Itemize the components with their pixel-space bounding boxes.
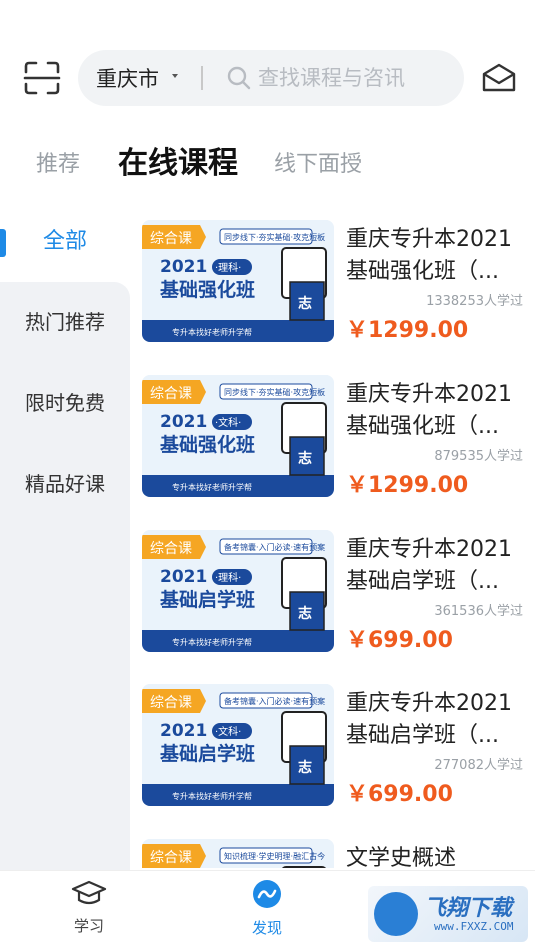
mascot-char: 志: [298, 295, 312, 312]
watermark-text: 飞翔下载: [424, 896, 513, 921]
slogan-text: 备考锦囊·入门必读·速有预案: [224, 542, 325, 552]
top-bar: 重庆市: [0, 50, 535, 106]
footer-text: 专升本找好老师升学帮: [172, 637, 252, 647]
course-price: ￥1299.00: [346, 318, 469, 343]
course-list: 综合课 同步线下·夯实基础·攻克短板 2021 ·理科· 基础强化班 志 专升本…: [142, 218, 535, 868]
nav-item-discover[interactable]: 发现: [222, 879, 312, 938]
slogan-text: 同步线下·夯实基础·攻克短板: [224, 387, 325, 397]
subject-text: ·理科·: [215, 261, 241, 274]
course-price: ￥1299.00: [346, 473, 469, 498]
learner-count: 277082人学过: [434, 758, 523, 773]
class-name-text: 基础强化班: [159, 433, 255, 456]
sidebar-item-label: 精品好课: [25, 472, 105, 496]
course-title-line2: 基础启学班（...: [346, 569, 499, 594]
search-bar[interactable]: 重庆市: [78, 50, 464, 106]
sidebar-item-label: 全部: [42, 229, 87, 254]
course-title-line2: 基础强化班（...: [346, 259, 499, 284]
sidebar-item-free[interactable]: 限时免费: [0, 363, 130, 443]
course-thumbnail: 综合课 备考锦囊·入门必读·速有预案 2021 ·理科· 基础启学班 志 专升本…: [142, 530, 334, 652]
year-text: 2021: [160, 567, 207, 587]
city-selector[interactable]: 重庆市: [96, 63, 159, 93]
course-card[interactable]: 综合课 备考锦囊·入门必读·速有预案 2021 ·文科· 基础启学班 志 专升本…: [142, 684, 535, 809]
tab-recommend[interactable]: 推荐: [36, 146, 80, 178]
tab-online-courses[interactable]: 在线课程: [118, 138, 238, 182]
course-card[interactable]: 综合课 备考锦囊·入门必读·速有预案 2021 ·理科· 基础启学班 志 专升本…: [142, 530, 535, 655]
learner-count: 879535人学过: [434, 449, 523, 464]
badge-text: 综合课: [150, 695, 192, 711]
subject-text: ·文科·: [215, 416, 241, 429]
course-card[interactable]: 综合课 知识梳理·学史明理·融汇古今 文学史概述: [142, 839, 535, 868]
mascot-char: 志: [298, 605, 312, 622]
subject-text: ·理科·: [215, 571, 241, 584]
slogan-text: 知识梳理·学史明理·融汇古今: [224, 851, 325, 861]
class-name-text: 基础启学班: [159, 588, 255, 611]
badge-text: 综合课: [150, 541, 192, 557]
learner-count: 361536人学过: [434, 604, 523, 619]
divider: [201, 66, 203, 90]
sidebar-item-premium[interactable]: 精品好课: [0, 444, 130, 524]
message-icon[interactable]: [480, 62, 518, 94]
sidebar-item-all[interactable]: 全部: [0, 202, 130, 282]
class-name-text: 基础启学班: [159, 742, 255, 765]
mascot-char: 志: [298, 450, 312, 467]
course-price: ￥699.00: [346, 782, 453, 807]
badge-text: 综合课: [150, 850, 192, 866]
search-input[interactable]: [258, 62, 448, 94]
sidebar-item-hot[interactable]: 热门推荐: [0, 282, 130, 362]
scan-icon[interactable]: [22, 60, 62, 96]
slogan-text: 同步线下·夯实基础·攻克短板: [224, 232, 325, 242]
badge-text: 综合课: [150, 386, 192, 402]
course-thumbnail: 综合课 知识梳理·学史明理·融汇古今: [142, 839, 334, 868]
course-card[interactable]: 综合课 同步线下·夯实基础·攻克短板 2021 ·文科· 基础强化班 志 专升本…: [142, 375, 535, 500]
year-text: 2021: [160, 412, 207, 432]
learner-count: 1338253人学过: [426, 294, 523, 309]
class-name-text: 基础强化班: [159, 278, 255, 301]
course-title: 重庆专升本2021: [346, 537, 512, 562]
sidebar-item-label: 限时免费: [25, 391, 105, 415]
active-indicator: [0, 229, 6, 257]
course-title: 重庆专升本2021: [346, 382, 512, 407]
tab-offline-classes[interactable]: 线下面授: [274, 146, 362, 178]
caret-down-icon[interactable]: [172, 74, 178, 78]
discover-icon: [251, 880, 283, 913]
course-title-line2: 基础启学班（...: [346, 723, 499, 748]
nav-item-study[interactable]: 学习: [44, 879, 134, 936]
watermark-url: www.FXXZ.COM: [434, 920, 514, 933]
footer-text: 专升本找好老师升学帮: [172, 327, 252, 337]
watermark-logo: 飞翔下载 www.FXXZ.COM: [368, 886, 528, 942]
mascot-char: 志: [298, 759, 312, 776]
course-card[interactable]: 综合课 同步线下·夯实基础·攻克短板 2021 ·理科· 基础强化班 志 专升本…: [142, 220, 535, 345]
year-text: 2021: [160, 257, 207, 277]
subject-text: ·文科·: [215, 725, 241, 738]
course-title: 文学史概述: [346, 846, 457, 868]
nav-label: 发现: [251, 919, 282, 937]
course-title: 重庆专升本2021: [346, 691, 512, 716]
footer-text: 专升本找好老师升学帮: [172, 482, 252, 492]
watermark-bird-icon: [374, 892, 418, 936]
course-title: 重庆专升本2021: [346, 227, 512, 252]
sidebar-item-label: 热门推荐: [25, 310, 105, 334]
course-thumbnail: 综合课 同步线下·夯实基础·攻克短板 2021 ·文科· 基础强化班 志 专升本…: [142, 375, 334, 497]
graduation-cap-icon: [71, 880, 107, 911]
nav-label: 学习: [73, 917, 104, 935]
course-title-line2: 基础强化班（...: [346, 414, 499, 439]
year-text: 2021: [160, 721, 207, 741]
badge-text: 综合课: [150, 231, 192, 247]
course-thumbnail: 综合课 同步线下·夯实基础·攻克短板 2021 ·理科· 基础强化班 志 专升本…: [142, 220, 334, 342]
slogan-text: 备考锦囊·入门必读·速有预案: [224, 696, 325, 706]
search-icon: [226, 65, 252, 91]
footer-text: 专升本找好老师升学帮: [172, 791, 252, 801]
sidebar: 全部 热门推荐 限时免费 精品好课: [0, 202, 130, 882]
course-thumbnail: 综合课 备考锦囊·入门必读·速有预案 2021 ·文科· 基础启学班 志 专升本…: [142, 684, 334, 806]
course-price: ￥699.00: [346, 628, 453, 653]
category-tabs: 推荐 在线课程 线下面授: [0, 138, 535, 188]
